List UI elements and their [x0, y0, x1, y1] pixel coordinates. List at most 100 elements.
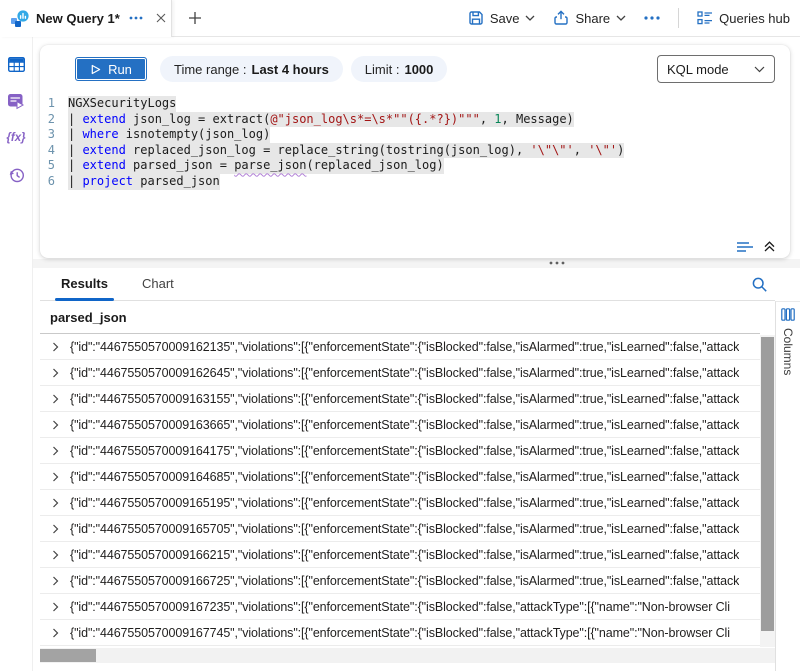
row-json-value: {"id":"4467550570009163155","violations"…	[70, 392, 739, 406]
save-icon	[468, 10, 484, 26]
code-token-string: '\"\"'	[530, 143, 573, 157]
tab-title: New Query 1*	[36, 11, 120, 26]
expand-row-icon[interactable]	[40, 550, 70, 560]
save-button[interactable]: Save	[468, 10, 536, 26]
functions-icon[interactable]: {fx}	[4, 128, 28, 148]
row-json-value: {"id":"4467550570009163665","violations"…	[70, 418, 739, 432]
code-token: |	[68, 158, 82, 172]
table-row[interactable]: {"id":"4467550570009165705","violations"…	[40, 516, 760, 542]
line-number: 5	[40, 158, 68, 174]
queries-hub-icon	[697, 11, 713, 25]
expand-row-icon[interactable]	[40, 602, 70, 612]
code-token: , Message)	[502, 112, 574, 126]
query-mode-select[interactable]: KQL mode	[657, 55, 775, 83]
code-token: )	[617, 143, 624, 157]
query-tab[interactable]: New Query 1*	[0, 0, 172, 37]
expand-row-icon[interactable]	[40, 498, 70, 508]
code-token-keyword: extend	[82, 112, 125, 126]
run-button[interactable]: Run	[75, 57, 147, 81]
row-json-value: {"id":"4467550570009164685","violations"…	[70, 470, 739, 484]
share-button[interactable]: Share	[553, 10, 626, 26]
mode-chevron-down-icon	[754, 66, 765, 73]
expand-row-icon[interactable]	[40, 342, 70, 352]
line-number: 1	[40, 96, 68, 112]
more-actions-icon[interactable]	[644, 16, 660, 20]
tab-results[interactable]: Results	[51, 268, 118, 300]
code-token-string: @"json_log\s*=\s*""({.*?})"""	[270, 112, 480, 126]
queries-hub-button[interactable]: Queries hub	[697, 11, 790, 26]
limit-picker[interactable]: Limit : 1000	[351, 56, 448, 82]
row-json-value: {"id":"4467550570009166215","violations"…	[70, 548, 739, 562]
code-token: parsed_json =	[126, 158, 234, 172]
table-row[interactable]: {"id":"4467550570009166215","violations"…	[40, 542, 760, 568]
kql-code-editor[interactable]: 1 NGXSecurityLogs 2 | extend json_log = …	[40, 96, 790, 190]
code-token: isnotempty(json_log)	[119, 127, 271, 141]
expand-row-icon[interactable]	[40, 446, 70, 456]
code-token: ,	[480, 112, 494, 126]
saved-queries-icon[interactable]	[4, 91, 28, 111]
splitter-drag-handle[interactable]	[545, 261, 569, 265]
expand-row-icon[interactable]	[40, 524, 70, 534]
expand-row-icon[interactable]	[40, 420, 70, 430]
code-line: 5 | extend parsed_json = parse_json(repl…	[40, 158, 790, 174]
code-token: json_log = extract(	[126, 112, 271, 126]
code-line: 2 | extend json_log = extract(@"json_log…	[40, 112, 790, 128]
row-json-value: {"id":"4467550570009167745","violations"…	[70, 626, 730, 640]
tab-more-icon[interactable]	[129, 16, 143, 20]
tab-chart[interactable]: Chart	[132, 268, 184, 300]
tab-close-icon[interactable]	[154, 11, 168, 25]
table-row[interactable]: {"id":"4467550570009167235","violations"…	[40, 594, 760, 620]
new-tab-button[interactable]	[184, 7, 206, 29]
code-token-string: '\"'	[588, 143, 617, 157]
table-row[interactable]: {"id":"4467550570009165195","violations"…	[40, 490, 760, 516]
tables-icon[interactable]	[4, 54, 28, 74]
expand-results-lines-icon[interactable]	[736, 241, 754, 253]
table-row[interactable]: {"id":"4467550570009162645","violations"…	[40, 360, 760, 386]
table-row[interactable]: {"id":"4467550570009163665","violations"…	[40, 412, 760, 438]
save-label: Save	[490, 11, 520, 26]
pane-splitter	[33, 259, 800, 268]
limit-value: 1000	[404, 62, 433, 77]
search-icon[interactable]	[751, 276, 768, 293]
time-range-picker[interactable]: Time range : Last 4 hours	[160, 56, 343, 82]
table-row[interactable]: {"id":"4467550570009167745","violations"…	[40, 620, 760, 646]
table-row[interactable]: {"id":"4467550570009164175","violations"…	[40, 438, 760, 464]
time-range-label: Time range :	[174, 62, 247, 77]
columns-panel-tab[interactable]: Columns	[775, 301, 800, 671]
row-json-value: {"id":"4467550570009164175","violations"…	[70, 444, 739, 458]
horizontal-scrollbar-thumb[interactable]	[40, 649, 96, 662]
code-token-warning: parse_json	[234, 158, 306, 172]
vertical-scrollbar-thumb[interactable]	[761, 337, 774, 631]
columns-icon	[781, 308, 795, 321]
code-token-keyword: where	[82, 127, 118, 141]
expand-row-icon[interactable]	[40, 576, 70, 586]
share-chevron-down-icon	[616, 15, 626, 21]
vertical-scrollbar	[760, 335, 775, 647]
expand-row-icon[interactable]	[40, 368, 70, 378]
table-row[interactable]: {"id":"4467550570009163155","violations"…	[40, 386, 760, 412]
column-header-parsed-json[interactable]: parsed_json	[40, 301, 760, 334]
table-row[interactable]: {"id":"4467550570009162135","violations"…	[40, 334, 760, 360]
code-line: 3 | where isnotempty(json_log)	[40, 127, 790, 143]
row-json-value: {"id":"4467550570009165705","violations"…	[70, 522, 739, 536]
code-line: 6 | project parsed_json	[40, 174, 790, 190]
collapse-editor-icon[interactable]	[763, 240, 776, 253]
table-row[interactable]: {"id":"4467550570009166725","violations"…	[40, 568, 760, 594]
expand-row-icon[interactable]	[40, 628, 70, 638]
results-grid: {"id":"4467550570009162135","violations"…	[40, 334, 760, 646]
line-number: 4	[40, 143, 68, 159]
expand-row-icon[interactable]	[40, 394, 70, 404]
share-label: Share	[575, 11, 610, 26]
row-json-value: {"id":"4467550570009165195","violations"…	[70, 496, 739, 510]
row-json-value: {"id":"4467550570009162135","violations"…	[70, 340, 739, 354]
expand-row-icon[interactable]	[40, 472, 70, 482]
table-row[interactable]: {"id":"4467550570009164685","violations"…	[40, 464, 760, 490]
history-icon[interactable]	[4, 165, 28, 185]
horizontal-scrollbar	[40, 648, 775, 663]
code-token: |	[68, 174, 82, 188]
code-token-keyword: extend	[82, 143, 125, 157]
adx-query-icon	[11, 10, 29, 27]
play-icon	[90, 64, 101, 75]
code-token: |	[68, 112, 82, 126]
row-json-value: {"id":"4467550570009162645","violations"…	[70, 366, 739, 380]
